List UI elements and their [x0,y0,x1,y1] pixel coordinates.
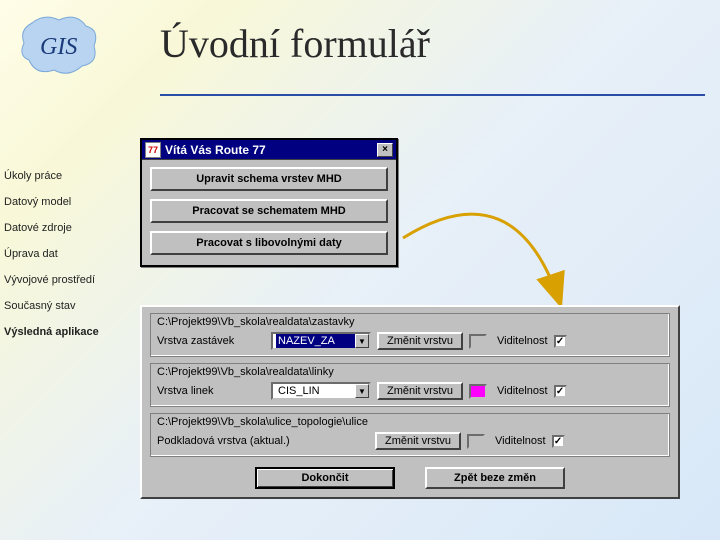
edit-mhd-schema-button[interactable]: Upravit schema vrstev MHD [150,167,388,191]
linky-visibility-label: Viditelnost [497,385,548,397]
sidebar-item-soucasny-stav[interactable]: Současný stav [4,300,134,312]
linky-dropdown-value: CIS_LIN [276,384,355,398]
chevron-down-icon: ▼ [355,384,369,398]
group-zastavky-path: C:\Projekt99\Vb_skola\realdata\zastavky [157,316,663,328]
linky-change-button[interactable]: Změnit vrstvu [377,382,463,400]
sidebar-item-datove-zdroje[interactable]: Datové zdroje [4,222,134,234]
zastavky-label: Vrstva zastávek [157,335,265,347]
layers-dialog: C:\Projekt99\Vb_skola\realdata\zastavky … [140,305,680,499]
sidebar-item-ukoly[interactable]: Úkoly práce [4,170,134,182]
back-without-changes-button[interactable]: Zpět beze změn [425,467,565,489]
ulice-visibility-checkbox[interactable]: ✓ [552,435,565,448]
zastavky-visibility-checkbox[interactable]: ✓ [554,335,567,348]
linky-visibility-checkbox[interactable]: ✓ [554,385,567,398]
linky-color-swatch[interactable] [469,384,487,399]
logo: GIS [14,8,104,83]
linky-dropdown[interactable]: CIS_LIN ▼ [271,382,371,400]
layers-dialog-footer: Dokončit Zpět beze změn [150,463,670,489]
ulice-label: Podkladová vrstva (aktual.) [157,435,369,447]
ulice-change-button[interactable]: Změnit vrstvu [375,432,461,450]
welcome-dialog: 77 Vítá Vás Route 77 × Upravit schema vr… [140,138,398,267]
page-title: Úvodní formulář [160,20,430,67]
group-linky-path: C:\Projekt99\Vb_skola\realdata\linky [157,366,663,378]
zastavky-visibility-label: Viditelnost [497,335,548,347]
sidebar-item-uprava-dat[interactable]: Úprava dat [4,248,134,260]
route77-icon: 77 [145,142,161,158]
svg-text:GIS: GIS [40,34,77,60]
close-icon[interactable]: × [377,143,393,157]
ulice-color-swatch[interactable] [467,434,485,449]
finish-button[interactable]: Dokončit [255,467,395,489]
linky-label: Vrstva linek [157,385,265,397]
zastavky-dropdown[interactable]: NAZEV_ZA ▼ [271,332,371,350]
sidebar-item-vyvojove-prostredi[interactable]: Vývojové prostředí [4,274,134,286]
title-underline [160,94,705,96]
work-mhd-schema-button[interactable]: Pracovat se schematem MHD [150,199,388,223]
work-any-data-button[interactable]: Pracovat s libovolnými daty [150,231,388,255]
chevron-down-icon: ▼ [355,334,369,348]
welcome-dialog-title: Vítá Vás Route 77 [165,143,377,157]
zastavky-change-button[interactable]: Změnit vrstvu [377,332,463,350]
sidebar: Úkoly práce Datový model Datové zdroje Ú… [4,170,134,352]
ulice-visibility-label: Viditelnost [495,435,546,447]
zastavky-dropdown-value: NAZEV_ZA [276,334,355,348]
group-zastavky: C:\Projekt99\Vb_skola\realdata\zastavky … [150,313,670,357]
welcome-dialog-body: Upravit schema vrstev MHD Pracovat se sc… [142,160,396,265]
group-ulice-path: C:\Projekt99\Vb_skola\ulice_topologie\ul… [157,416,663,428]
group-ulice: C:\Projekt99\Vb_skola\ulice_topologie\ul… [150,413,670,457]
zastavky-color-swatch[interactable] [469,334,487,349]
welcome-dialog-titlebar: 77 Vítá Vás Route 77 × [142,140,396,160]
group-linky: C:\Projekt99\Vb_skola\realdata\linky Vrs… [150,363,670,407]
sidebar-item-vysledna-aplikace[interactable]: Výsledná aplikace [4,326,134,338]
sidebar-item-datovy-model[interactable]: Datový model [4,196,134,208]
